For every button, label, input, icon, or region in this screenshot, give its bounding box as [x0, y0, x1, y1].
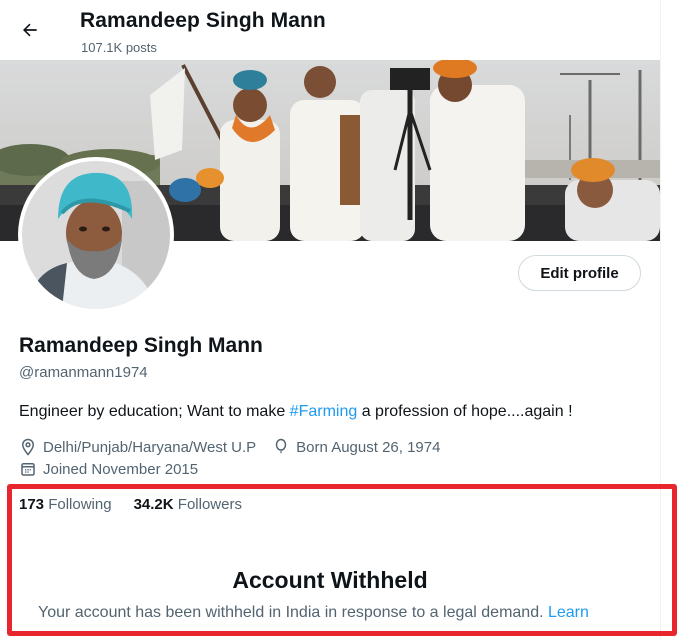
arrow-left-icon	[23, 23, 37, 37]
header-posts-count: 107.1K posts	[81, 40, 157, 55]
profile-display-name: Ramandeep Singh Mann	[19, 334, 263, 357]
followers-link[interactable]: 34.2K Followers	[134, 496, 242, 513]
bio-text-end: a profession of hope....again !	[357, 403, 573, 420]
profile-column: Ramandeep Singh Mann 107.1K posts Edit p…	[0, 0, 661, 640]
followers-label: Followers	[177, 496, 242, 513]
profile-location: Delhi/Punjab/Haryana/West U.P	[43, 438, 257, 456]
following-label: Following	[48, 496, 112, 513]
withheld-message-text: Your account has been withheld in India …	[38, 604, 548, 621]
bio-text: Engineer by education; Want to make	[19, 403, 290, 420]
profile-meta-row: Delhi/Punjab/Haryana/West U.P Born Augus…	[19, 438, 440, 456]
avatar-photo	[22, 161, 170, 309]
avatar[interactable]	[22, 161, 170, 309]
back-button[interactable]	[18, 18, 42, 42]
top-bar: Ramandeep Singh Mann 107.1K posts	[0, 0, 660, 60]
withheld-title: Account Withheld	[232, 567, 428, 593]
profile-joined: Joined November 2015	[43, 460, 199, 478]
profile-handle: @ramanmann1974	[19, 364, 148, 381]
following-link[interactable]: 173 Following	[19, 496, 112, 513]
calendar-icon	[19, 460, 37, 478]
edit-profile-button[interactable]: Edit profile	[518, 255, 641, 291]
withheld-message: Your account has been withheld in India …	[38, 604, 589, 622]
header-title: Ramandeep Singh Mann	[80, 9, 326, 32]
profile-birthday: Born August 26, 1974	[296, 438, 441, 456]
location-pin-icon	[19, 438, 37, 456]
profile-joined-row: Joined November 2015	[19, 460, 198, 478]
profile-stats: 173 Following 34.2K Followers	[19, 496, 242, 513]
learn-more-link[interactable]: Learn	[548, 604, 589, 621]
bio-hashtag-link[interactable]: #Farming	[290, 403, 358, 420]
balloon-icon	[272, 438, 290, 456]
followers-count: 34.2K	[133, 496, 174, 513]
following-count: 173	[19, 496, 45, 513]
profile-bio: Engineer by education; Want to make #Far…	[19, 403, 573, 421]
